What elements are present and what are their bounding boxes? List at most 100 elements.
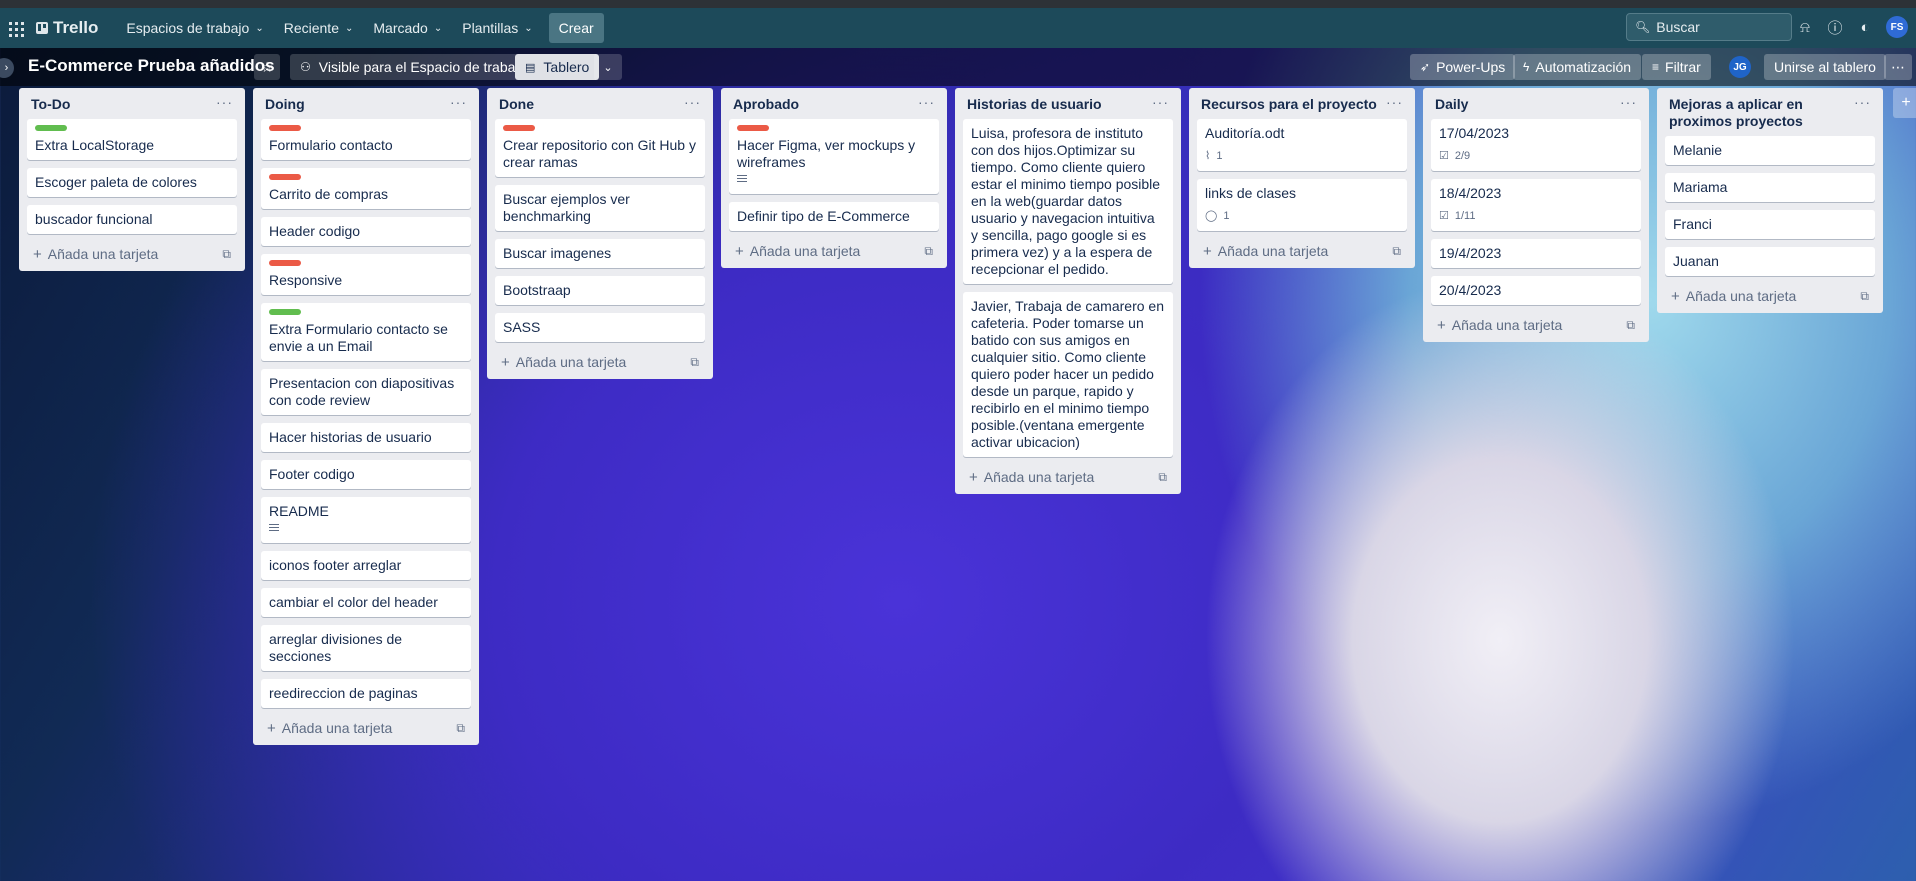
card[interactable]: iconos footer arreglar: [261, 551, 471, 580]
card[interactable]: Footer codigo: [261, 460, 471, 489]
card[interactable]: Buscar imagenes: [495, 239, 705, 268]
list-menu-icon[interactable]: ···: [684, 95, 701, 109]
red-label[interactable]: [737, 125, 769, 131]
card[interactable]: Responsive: [261, 254, 471, 295]
red-label[interactable]: [269, 260, 301, 266]
notifications-icon[interactable]: ⍾: [1796, 18, 1814, 36]
card[interactable]: Franci: [1665, 210, 1875, 239]
power-ups-button[interactable]: ➶ Power-Ups: [1410, 54, 1516, 80]
card[interactable]: SASS: [495, 313, 705, 342]
user-avatar[interactable]: FS: [1886, 16, 1908, 38]
card[interactable]: Javier, Trabaja de camarero en cafeteria…: [963, 292, 1173, 457]
card[interactable]: 18/4/2023 ☑ 1/11: [1431, 179, 1641, 231]
card[interactable]: Juanan: [1665, 247, 1875, 276]
nav-templates[interactable]: Plantillas ⌄: [452, 12, 542, 44]
theme-icon[interactable]: ◐: [1856, 18, 1874, 36]
card[interactable]: Crear repositorio con Git Hub y crear ra…: [495, 119, 705, 177]
add-card-button[interactable]: + Añada una tarjeta ⧉: [27, 242, 237, 265]
add-card-button[interactable]: + Añada una tarjeta ⧉: [1197, 239, 1407, 262]
automation-button[interactable]: ϟ Automatización: [1513, 54, 1642, 80]
list-menu-icon[interactable]: ···: [450, 95, 467, 109]
card-template-icon[interactable]: ⧉: [1860, 289, 1869, 304]
search-input[interactable]: 🔍︎ Buscar: [1626, 13, 1792, 41]
list-menu-icon[interactable]: ···: [1854, 95, 1871, 109]
list-title[interactable]: Historias de usuario: [967, 96, 1102, 113]
add-card-button[interactable]: + Añada una tarjeta ⧉: [1665, 284, 1875, 307]
add-card-button[interactable]: + Añada una tarjeta ⧉: [261, 716, 471, 739]
views-dropdown-button[interactable]: ⌄: [594, 54, 622, 80]
apps-grid-icon[interactable]: [6, 17, 28, 39]
red-label[interactable]: [503, 125, 535, 131]
card[interactable]: reedireccion de paginas: [261, 679, 471, 708]
card[interactable]: Mariama: [1665, 173, 1875, 202]
card[interactable]: Formulario contacto: [261, 119, 471, 160]
card-template-icon[interactable]: ⧉: [456, 721, 465, 736]
filter-button[interactable]: ≡ Filtrar: [1642, 54, 1711, 80]
add-card-button[interactable]: + Añada una tarjeta ⧉: [963, 465, 1173, 488]
join-board-button[interactable]: Unirse al tablero: [1764, 54, 1886, 80]
card[interactable]: Bootstraap: [495, 276, 705, 305]
list-menu-icon[interactable]: ···: [1620, 95, 1637, 109]
help-icon[interactable]: ⓘ: [1826, 18, 1844, 37]
card[interactable]: Carrito de compras: [261, 168, 471, 209]
card-template-icon[interactable]: ⧉: [1392, 244, 1401, 259]
nav-starred[interactable]: Marcado ⌄: [363, 12, 452, 44]
card[interactable]: Melanie: [1665, 136, 1875, 165]
list-title[interactable]: Doing: [265, 96, 305, 113]
list-title[interactable]: Aprobado: [733, 96, 799, 113]
card[interactable]: links de clases ◯ 1: [1197, 179, 1407, 231]
card-template-icon[interactable]: ⧉: [690, 355, 699, 370]
list-title[interactable]: Mejoras a aplicar en proximos proyectos: [1669, 96, 1854, 130]
trello-logo[interactable]: Trello: [36, 18, 98, 38]
member-avatar[interactable]: JG: [1729, 56, 1751, 78]
card[interactable]: 19/4/2023: [1431, 239, 1641, 268]
add-card-button[interactable]: + Añada una tarjeta ⧉: [495, 350, 705, 373]
add-card-button[interactable]: + Añada una tarjeta ⧉: [729, 239, 939, 262]
card[interactable]: Auditoría.odt ⌇ 1: [1197, 119, 1407, 171]
list-menu-icon[interactable]: ···: [216, 95, 233, 109]
list-title[interactable]: Daily: [1435, 96, 1468, 113]
card-template-icon[interactable]: ⧉: [924, 244, 933, 259]
card-template-icon[interactable]: ⧉: [1626, 318, 1635, 333]
list-title[interactable]: Recursos para el proyecto: [1201, 96, 1377, 113]
nav-recent[interactable]: Reciente ⌄: [274, 12, 364, 44]
visibility-button[interactable]: ⚇ Visible para el Espacio de trabajo: [290, 54, 537, 80]
red-label[interactable]: [269, 125, 301, 131]
nav-workspaces[interactable]: Espacios de trabajo ⌄: [116, 12, 273, 44]
board-view-button[interactable]: ▤ Tablero: [515, 54, 600, 80]
card[interactable]: Extra Formulario contacto se envie a un …: [261, 303, 471, 361]
create-button[interactable]: Crear: [548, 13, 604, 43]
add-list-button[interactable]: +: [1893, 88, 1916, 118]
card[interactable]: buscador funcional: [27, 205, 237, 234]
add-card-button[interactable]: + Añada una tarjeta ⧉: [1431, 313, 1641, 336]
green-label[interactable]: [269, 309, 301, 315]
card[interactable]: Luisa, profesora de instituto con dos hi…: [963, 119, 1173, 284]
card[interactable]: 17/04/2023 ☑ 2/9: [1431, 119, 1641, 171]
card[interactable]: Presentacion con diapositivas con code r…: [261, 369, 471, 415]
card[interactable]: 20/4/2023: [1431, 276, 1641, 305]
card[interactable]: Hacer historias de usuario: [261, 423, 471, 452]
list-menu-icon[interactable]: ···: [1386, 95, 1403, 109]
card[interactable]: Header codigo: [261, 217, 471, 246]
sidebar-expand-icon[interactable]: ›: [0, 58, 14, 78]
list-menu-icon[interactable]: ···: [918, 95, 935, 109]
card[interactable]: cambiar el color del header: [261, 588, 471, 617]
list-title[interactable]: Done: [499, 96, 534, 113]
card-template-icon[interactable]: ⧉: [222, 247, 231, 262]
card[interactable]: Buscar ejemplos ver benchmarking: [495, 185, 705, 231]
card[interactable]: README: [261, 497, 471, 543]
star-board-button[interactable]: ☆: [254, 54, 280, 80]
card[interactable]: Hacer Figma, ver mockups y wireframes: [729, 119, 939, 194]
card-title: Responsive: [269, 272, 343, 288]
list-title[interactable]: To-Do: [31, 96, 70, 113]
list-menu-icon[interactable]: ···: [1152, 95, 1169, 109]
card[interactable]: Escoger paleta de colores: [27, 168, 237, 197]
board-menu-button[interactable]: ⋯: [1884, 54, 1912, 80]
card[interactable]: Extra LocalStorage: [27, 119, 237, 160]
card-template-icon[interactable]: ⧉: [1158, 470, 1167, 485]
red-label[interactable]: [269, 174, 301, 180]
card[interactable]: Definir tipo de E-Commerce: [729, 202, 939, 231]
board-title[interactable]: E-Commerce Prueba añadidos: [28, 56, 275, 76]
green-label[interactable]: [35, 125, 67, 131]
card[interactable]: arreglar divisiones de secciones: [261, 625, 471, 671]
